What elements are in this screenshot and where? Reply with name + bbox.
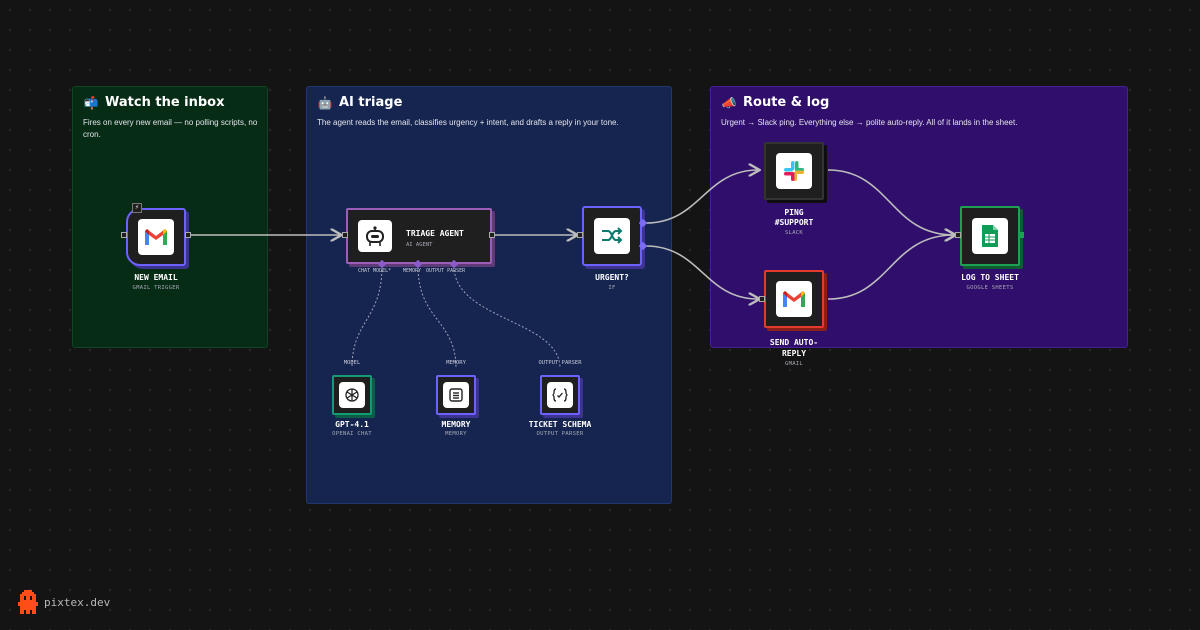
input-port[interactable] bbox=[121, 232, 127, 238]
node-title-line1: SEND AUTO- bbox=[769, 338, 819, 347]
node-subtitle: IF bbox=[608, 285, 616, 291]
gmail-icon bbox=[138, 219, 174, 255]
node-title: TRIAGE AGENT bbox=[406, 229, 464, 238]
group-description: Urgent → Slack ping. Everything else → p… bbox=[721, 118, 1018, 127]
node-subtitle: GMAIL TRIGGER bbox=[132, 285, 180, 291]
group-title-text: Watch the inbox bbox=[105, 95, 225, 110]
node-subtitle: MEMORY bbox=[445, 431, 467, 437]
node-title: TICKET SCHEMA bbox=[528, 420, 592, 429]
output-port[interactable] bbox=[489, 232, 495, 238]
node-title: LOG TO SHEET bbox=[961, 273, 1019, 282]
sub-node-top-label: MEMORY bbox=[446, 360, 466, 366]
group-title-text: Route & log bbox=[743, 95, 830, 110]
node-ping-support[interactable] bbox=[764, 142, 824, 200]
node-triage-agent[interactable]: TRIAGE AGENT AI AGENT bbox=[346, 208, 492, 264]
input-port[interactable] bbox=[759, 296, 765, 302]
group-title: 📬 Watch the inbox bbox=[83, 95, 225, 110]
sub-node-top-label: OUTPUT PARSER bbox=[538, 360, 582, 366]
brand-name: pixtex.dev bbox=[44, 595, 111, 609]
node-title: NEW EMAIL bbox=[134, 273, 178, 282]
sub-node-top-label: MODEL bbox=[343, 360, 361, 366]
node-title-line2: #SUPPORT bbox=[774, 218, 814, 227]
json-braces-icon bbox=[547, 382, 573, 408]
megaphone-icon: 📣 bbox=[721, 95, 737, 110]
input-port[interactable] bbox=[577, 232, 583, 238]
node-subtitle: OPENAI CHAT bbox=[332, 431, 372, 437]
google-sheets-icon bbox=[972, 218, 1008, 254]
group-description: Fires on every new email — no polling sc… bbox=[83, 118, 258, 139]
output-port[interactable] bbox=[185, 232, 191, 238]
group-title: 🤖 AI triage bbox=[317, 95, 403, 110]
memory-icon bbox=[443, 382, 469, 408]
openai-icon bbox=[339, 382, 365, 408]
node-title-line2: REPLY bbox=[781, 349, 807, 358]
output-port[interactable] bbox=[1018, 232, 1024, 238]
robot-emoji-icon: 🤖 bbox=[317, 95, 333, 110]
brand[interactable]: pixtex.dev bbox=[18, 590, 110, 614]
group-ai-triage[interactable]: 🤖 AI triage The agent reads the email, c… bbox=[306, 86, 672, 504]
group-title-text: AI triage bbox=[339, 95, 403, 110]
node-memory[interactable] bbox=[436, 375, 476, 415]
node-subtitle: GMAIL bbox=[784, 361, 804, 367]
robot-icon bbox=[358, 220, 392, 252]
node-title: MEMORY bbox=[441, 420, 471, 429]
node-title: GPT-4.1 bbox=[335, 420, 369, 429]
pixel-mascot-icon bbox=[18, 590, 38, 614]
port-label-memory: MEMORY bbox=[403, 268, 422, 274]
node-subtitle: AI AGENT bbox=[406, 242, 433, 248]
group-description: The agent reads the email, classifies ur… bbox=[317, 118, 619, 127]
node-title: URGENT? bbox=[595, 273, 629, 282]
node-log-to-sheet[interactable] bbox=[960, 206, 1020, 266]
branch-icon bbox=[594, 218, 630, 254]
trigger-bolt-icon: ⚡ bbox=[132, 203, 142, 213]
group-title: 📣 Route & log bbox=[721, 95, 830, 110]
input-port[interactable] bbox=[342, 232, 348, 238]
node-title-line1: PING bbox=[784, 208, 804, 217]
port-label-chat-model: CHAT MODEL* bbox=[358, 268, 392, 274]
node-send-auto-reply[interactable] bbox=[764, 270, 824, 328]
node-subtitle: OUTPUT PARSER bbox=[536, 431, 584, 437]
node-subtitle: SLACK bbox=[784, 230, 804, 236]
node-new-email[interactable] bbox=[126, 208, 186, 266]
node-urgent-if[interactable] bbox=[582, 206, 642, 266]
mailbox-icon: 📬 bbox=[83, 95, 99, 110]
node-ticket-schema[interactable] bbox=[540, 375, 580, 415]
node-gpt[interactable] bbox=[332, 375, 372, 415]
node-subtitle: GOOGLE SHEETS bbox=[966, 285, 1014, 291]
port-label-output-parser: OUTPUT PARSER bbox=[426, 268, 466, 274]
gmail-icon bbox=[776, 281, 812, 317]
slack-icon bbox=[776, 153, 812, 189]
input-port[interactable] bbox=[955, 232, 961, 238]
